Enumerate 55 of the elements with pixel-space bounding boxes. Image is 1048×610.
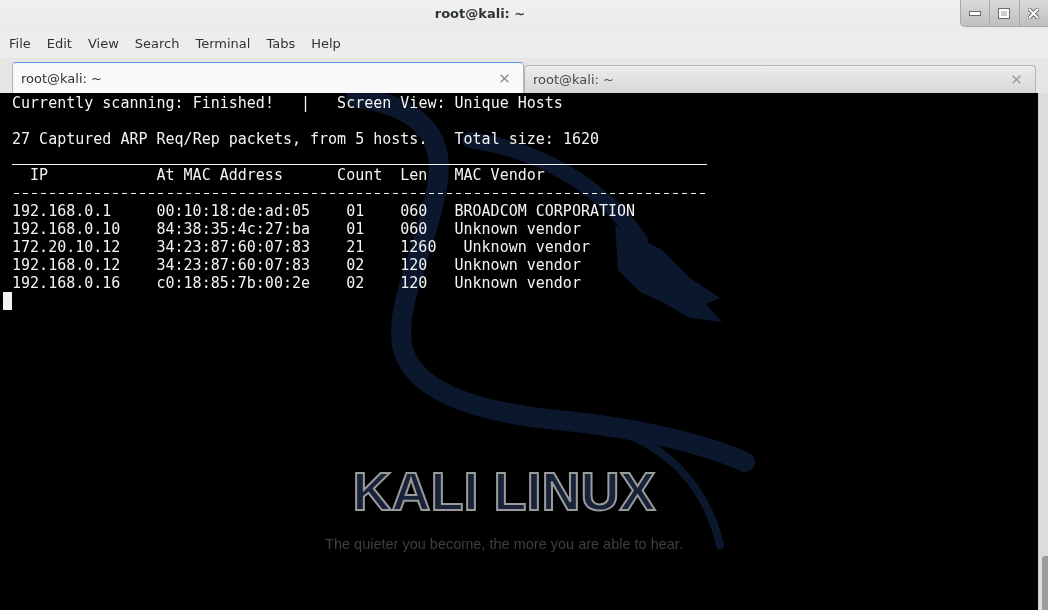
table-cell: 00:10:18:de:ad:05 [156,202,311,220]
minimize-icon [969,10,982,16]
table-cell: 02 [346,274,365,292]
table-cell: 01 [346,220,365,238]
menu-item[interactable]: Terminal [187,32,259,56]
column-header: Count [337,166,383,184]
table-cell: 120 [400,274,428,292]
menu-item[interactable]: File [1,32,39,56]
table-cell: 192.168.0.16 [12,274,121,292]
close-icon[interactable] [1012,75,1021,84]
cursor-icon [3,292,12,310]
table-cell: 21 [346,238,365,256]
table-cell: 84:38:35:4c:27:ba [156,220,311,238]
scrollbar[interactable] [1038,93,1048,610]
table-cell: c0:18:85:7b:00:2e [156,274,311,292]
menu-item[interactable]: View [79,32,127,56]
column-header: Len [400,166,428,184]
minimize-button[interactable] [960,0,990,27]
table-cell: 01 [346,202,365,220]
close-button[interactable] [1018,0,1048,27]
menu-item[interactable]: Edit [38,32,80,56]
menu-item[interactable]: Tabs [258,32,304,56]
table-cell: Unknown vendor [454,274,581,292]
table-cell: 192.168.0.12 [12,256,121,274]
menu-item[interactable]: Search [126,32,188,56]
table-cell: 02 [346,256,365,274]
table-cell: Unknown vendor [454,220,581,238]
tab[interactable]: root@kali: ~ [12,62,524,93]
table-cell: 060 [400,220,428,238]
table-cell: 192.168.0.1 [12,202,112,220]
table-cell: Unknown vendor [463,238,590,256]
summary-text: 27 Captured ARP Req/Rep packets, from 5 hosts. Total size: 1620 [12,130,599,148]
tagline-text: The quieter you become, the more you are able to hear. [325,535,683,553]
column-header: At MAC Address [156,166,283,184]
table-cell: 120 [400,256,428,274]
table-cell: 1260 [400,238,437,256]
table-cell: Unknown vendor [454,256,581,274]
table-cell: 34:23:87:60:07:83 [156,238,311,256]
table-cell: 34:23:87:60:07:83 [156,256,311,274]
table-cell: BROADCOM CORPORATION [454,202,636,220]
close-icon [1028,7,1040,19]
tab[interactable]: root@kali: ~ [524,65,1036,93]
maximize-button[interactable] [989,0,1019,27]
status-text: Currently scanning: Finished! | Screen View: Unique Hosts [12,94,563,112]
logo-text: KALI LINUX [352,464,656,518]
table-cell: 172.20.10.12 [12,238,121,256]
scrollbar-thumb[interactable] [1042,556,1048,610]
close-icon[interactable] [500,73,509,83]
menu-item[interactable]: Help [303,32,349,56]
window-title: root@kali: ~ [433,5,527,23]
maximize-icon [998,7,1011,19]
table-cell: 060 [400,202,428,220]
column-header: IP [30,166,49,184]
table-cell: 192.168.0.10 [12,220,121,238]
column-header: MAC Vendor [454,166,545,184]
